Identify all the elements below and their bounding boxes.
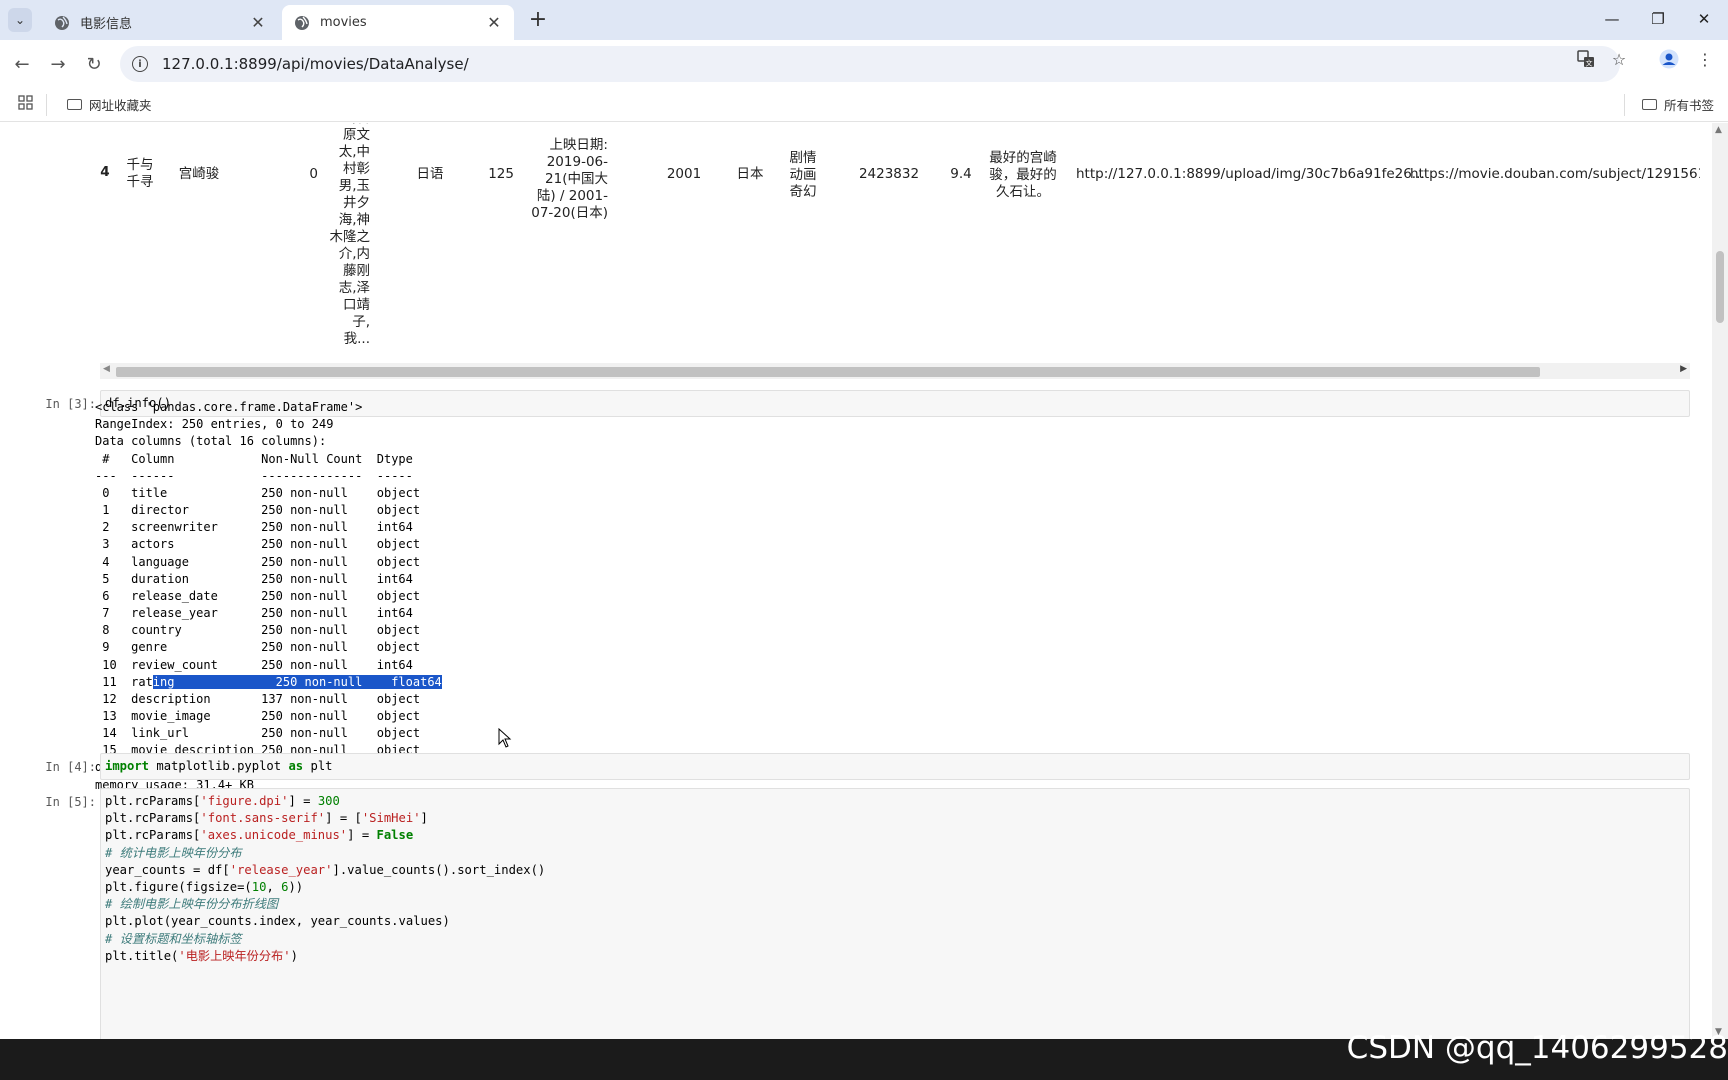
svg-text:文: 文	[1586, 59, 1593, 68]
translate-icon[interactable]: 文	[1575, 48, 1597, 70]
reload-icon: ↻	[86, 53, 102, 75]
info-icon[interactable]: i	[132, 56, 148, 72]
plus-icon: +	[528, 7, 548, 32]
dataframe-row: 4 千与千寻 宫崎骏 0 理,菅原文太,中村彰男,玉井夕海,神木隆之介,内藤刚志…	[98, 123, 1700, 347]
address-bar[interactable]: i 127.0.0.1:8899/api/movies/DataAnalyse/	[120, 46, 1620, 82]
tab-movie-info[interactable]: 电影信息 ✕	[42, 5, 278, 40]
restore-icon: ❐	[1651, 10, 1665, 28]
cell-review-count: 2423832	[858, 166, 920, 182]
scroll-thumb[interactable]	[1716, 251, 1724, 323]
cell-release-year: 2001	[666, 166, 702, 182]
text-selection: ing 250 non-null float64	[152, 674, 442, 689]
back-button[interactable]: ←	[10, 52, 34, 76]
scroll-right-icon[interactable]: ▶	[1680, 364, 1687, 374]
cell-actors: 理,菅原文太,中村彰男,玉井夕海,神木隆之介,内藤刚志,泽口靖子,我...	[329, 123, 371, 347]
jupyter-notebook[interactable]: 4 千与千寻 宫崎骏 0 理,菅原文太,中村彰男,玉井夕海,神木隆之介,内藤刚志…	[0, 123, 1712, 1039]
info-rows: 0 title 250 non-null object 1 director 2…	[102, 485, 421, 672]
browser-tab-bar: ⌄ 电影信息 ✕ movies ✕ + — ❐ ✕	[0, 0, 1728, 40]
more-menu-icon[interactable]: ⋮	[1694, 48, 1716, 70]
browser-toolbar: ← → ↻ i 127.0.0.1:8899/api/movies/DataAn…	[0, 40, 1728, 88]
info-rows: 12 description 137 non-null object 13 mo…	[102, 691, 421, 758]
mouse-cursor-icon	[498, 728, 512, 748]
vertical-scrollbar[interactable]: ▲ ▼	[1712, 123, 1728, 1039]
profile-avatar[interactable]	[1658, 48, 1680, 70]
minimize-icon: —	[1604, 10, 1620, 28]
cell-duration: 125	[488, 166, 514, 182]
tab-search-button[interactable]: ⌄	[8, 8, 32, 32]
globe-icon	[55, 15, 69, 30]
bookmark-label: 所有书签	[1664, 98, 1715, 113]
cell-release-date: 上映日期: 2019-06-21(中国大陆) / 2001-07-20(日本)	[531, 137, 608, 221]
cell-prompt: In [4]:	[45, 760, 96, 774]
cell-prompt: In [5]:	[45, 795, 96, 809]
minimize-button[interactable]: —	[1594, 6, 1630, 32]
chevron-down-icon: ⌄	[14, 13, 26, 27]
cell-movie-image: http://127.0.0.1:8899/upload/img/30c7b6a…	[1076, 166, 1425, 182]
apps-grid-icon[interactable]	[18, 95, 33, 110]
cell-title: 千与千寻	[126, 157, 154, 190]
close-icon[interactable]: ✕	[484, 13, 504, 32]
code-cell-5[interactable]: plt.rcParams['figure.dpi'] = 300 plt.rcP…	[100, 788, 1690, 1039]
arrow-right-icon: →	[50, 53, 66, 75]
scroll-left-icon[interactable]: ◀	[103, 364, 110, 374]
folder-icon	[67, 99, 82, 110]
close-icon: ✕	[1697, 10, 1711, 28]
horizontal-scrollbar[interactable]: ◀ ▶	[100, 363, 1690, 379]
cell-link-url: https://movie.douban.com/subject/1291561	[1410, 166, 1700, 182]
watermark: CSDN @qq_1406299528	[1346, 1030, 1728, 1066]
close-icon[interactable]: ✕	[248, 13, 268, 32]
cell-genre: 剧情 动画 奇幻	[789, 150, 817, 200]
info-header: <class 'pandas.core.frame.DataFrame'> Ra…	[95, 400, 413, 483]
reload-button[interactable]: ↻	[82, 52, 106, 76]
cell-prompt: In [3]:	[45, 397, 96, 411]
cell-country: 日本	[736, 166, 764, 182]
cell-description: 最好的宫崎骏，最好的久石让。	[989, 150, 1057, 200]
bookmark-star-icon[interactable]: ☆	[1608, 48, 1630, 70]
new-tab-button[interactable]: +	[526, 8, 550, 32]
bookmarks-bar: 网址收藏夹 所有书签	[0, 88, 1728, 122]
cell-director: 宫崎骏	[178, 166, 220, 182]
scroll-up-icon[interactable]: ▲	[1715, 125, 1722, 135]
tab-title: movies	[320, 15, 367, 30]
forward-button[interactable]: →	[46, 52, 70, 76]
cell-screenwriter: 0	[309, 166, 318, 182]
bookmark-label: 网址收藏夹	[89, 98, 152, 113]
globe-icon	[295, 15, 309, 30]
close-window-button[interactable]: ✕	[1686, 6, 1722, 32]
cell-rating: 9.4	[950, 166, 972, 182]
cell-language: 日语	[416, 166, 444, 182]
info-output: <class 'pandas.core.frame.DataFrame'> Ra…	[95, 382, 442, 794]
folder-icon	[1642, 99, 1657, 110]
arrow-left-icon: ←	[14, 53, 30, 75]
info-row-selected[interactable]: 11 rating 250 non-null float64	[95, 674, 442, 689]
all-bookmarks-button[interactable]: 所有书签	[1642, 95, 1714, 114]
scroll-thumb[interactable]	[116, 367, 1540, 377]
restore-button[interactable]: ❐	[1640, 6, 1676, 32]
row-index: 4	[100, 164, 110, 180]
tab-movies[interactable]: movies ✕	[282, 5, 514, 40]
url-text[interactable]: 127.0.0.1:8899/api/movies/DataAnalyse/	[162, 55, 469, 73]
divider	[46, 94, 47, 116]
bookmark-folder-favorites[interactable]: 网址收藏夹	[67, 95, 152, 114]
tab-title: 电影信息	[80, 17, 133, 32]
divider	[1624, 94, 1625, 116]
code-cell-4[interactable]: import matplotlib.pyplot as plt	[100, 753, 1690, 780]
